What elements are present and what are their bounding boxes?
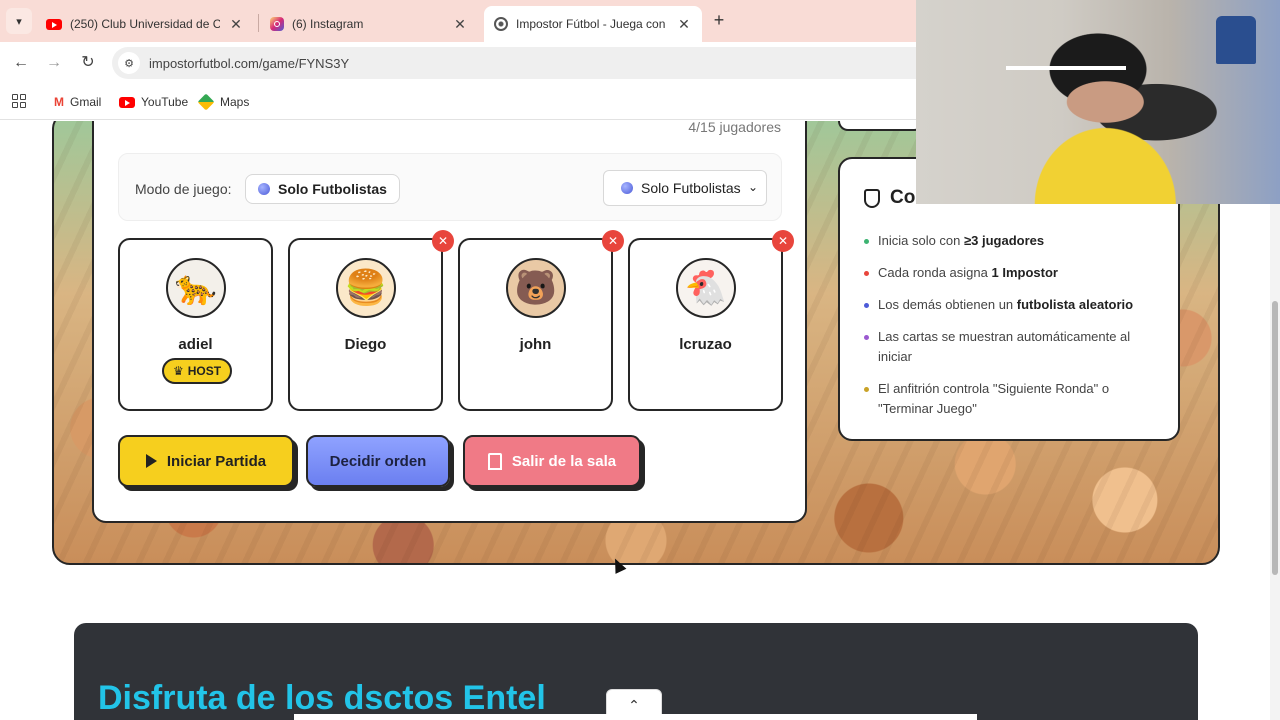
rule-item: Cada ronda asigna 1 Impostor (864, 263, 1164, 283)
game-mode-label: Modo de juego: (135, 181, 232, 197)
webcam-overlay (916, 0, 1280, 204)
apps-grid-icon[interactable] (12, 94, 26, 108)
kick-player-button[interactable]: ✕ (772, 230, 794, 252)
tab-instagram[interactable]: (6) Instagram ✕ (260, 6, 478, 42)
shield-icon (864, 188, 880, 208)
host-badge-label: HOST (187, 364, 222, 378)
reload-icon[interactable]: ↻ (77, 52, 99, 74)
back-icon[interactable]: ← (10, 52, 32, 74)
shelf (1006, 66, 1126, 70)
bullet-dot (864, 387, 869, 392)
rule-text: Los demás obtienen un (878, 297, 1017, 312)
bullet-dot (864, 335, 869, 340)
bookmark-label: Maps (220, 95, 250, 109)
player-name: Diego (344, 336, 387, 353)
close-tab-icon[interactable]: ✕ (228, 16, 244, 33)
globe-icon (258, 183, 270, 195)
rules-title: Co (864, 187, 915, 209)
forward-icon[interactable]: → (43, 52, 65, 74)
game-mode-select-value: Solo Futbolistas (641, 180, 741, 196)
player-card: 🍔 Diego ✕ (288, 230, 454, 411)
game-mode-chip: Solo Futbolistas (245, 174, 400, 204)
start-game-label: Iniciar Partida (166, 452, 267, 470)
rule-highlight: futbolista aleatorio (1016, 297, 1134, 312)
rule-text: Cada ronda asigna (878, 265, 992, 280)
player-count: 4/15 jugadores (688, 121, 781, 135)
leave-room-button[interactable]: Salir de la sala (463, 435, 641, 487)
bookmark-youtube[interactable]: YouTube (119, 92, 188, 112)
tab-search-button[interactable]: ▾ (6, 8, 32, 34)
game-mode-chip-label: Solo Futbolistas (278, 181, 387, 197)
tab-divider (258, 14, 259, 32)
decide-order-button[interactable]: Decidir orden (306, 435, 450, 487)
snow-leopard-avatar: 🐆 (166, 258, 226, 318)
bullet-dot (864, 239, 869, 244)
door-icon (487, 452, 502, 470)
kick-player-button[interactable]: ✕ (602, 230, 624, 252)
jersey-on-wall (1216, 16, 1256, 64)
tab-title: (6) Instagram (292, 17, 364, 31)
youtube-icon (119, 96, 135, 108)
player-card: 🐆 adiel ♛ HOST (118, 238, 273, 411)
globe-icon (621, 182, 633, 194)
start-game-button[interactable]: Iniciar Partida (118, 435, 294, 487)
rule-highlight: ≥3 jugadores (964, 233, 1045, 248)
tab-impostor-futbol[interactable]: Impostor Fútbol - Juega con amigos ✕ (484, 6, 702, 42)
lobby-card: 4/15 jugadores Modo de juego: Solo Futbo… (92, 121, 807, 523)
bookmark-label: Gmail (70, 95, 102, 109)
bookmark-maps[interactable]: Maps (197, 92, 250, 112)
rule-item: El anfitrión controla "Siguiente Ronda" … (864, 379, 1164, 419)
player-card: 🐻 john ✕ (458, 230, 624, 411)
tab-title: (250) Club Universidad de Chile (70, 17, 220, 31)
promo-headline: Disfruta de los dsctos Entel (98, 679, 546, 717)
game-mode-select[interactable]: Solo Futbolistas ⌄ (603, 170, 767, 206)
host-badge: ♛ HOST (162, 358, 233, 384)
rule-text: Las cartas se muestran automáticamente a… (878, 329, 1131, 364)
player-name: adiel (178, 336, 213, 353)
scrollbar-thumb[interactable] (1272, 301, 1278, 575)
url-text: impostorfutbol.com/game/FYNS3Y (149, 55, 350, 71)
rule-highlight: 1 Impostor (991, 265, 1058, 280)
maps-icon (197, 93, 215, 111)
crown-icon: ♛ (173, 364, 184, 378)
bear-avatar: 🐻 (506, 258, 566, 318)
bullet-dot (864, 271, 869, 276)
player-name: lcruzao (679, 336, 732, 353)
close-tab-icon[interactable]: ✕ (452, 16, 468, 33)
rule-text: El anfitrión controla "Siguiente Ronda" … (878, 381, 1110, 416)
site-info-icon[interactable]: ⚙ (118, 52, 140, 74)
soccer-ball-icon (494, 17, 508, 31)
bookmark-gmail[interactable]: M Gmail (54, 92, 101, 112)
tab-title: Impostor Fútbol - Juega con amigos (516, 17, 668, 31)
game-mode-row: Modo de juego: Solo Futbolistas Solo Fut… (118, 153, 782, 221)
decide-order-label: Decidir orden (329, 452, 427, 470)
rule-item: Los demás obtienen un futbolista aleator… (864, 295, 1164, 315)
kick-player-button[interactable]: ✕ (432, 230, 454, 252)
tab-youtube[interactable]: (250) Club Universidad de Chile ✕ (36, 6, 254, 42)
rule-item: Inicia solo con ≥3 jugadores (864, 231, 1164, 251)
chicken-avatar: 🐔 (676, 258, 736, 318)
instagram-icon (270, 17, 284, 31)
gmail-icon: M (54, 95, 64, 109)
youtube-icon (46, 18, 62, 30)
bullet-dot (864, 303, 869, 308)
leave-room-label: Salir de la sala (511, 452, 617, 470)
bookmark-label: YouTube (141, 95, 189, 109)
side-card-edge (838, 121, 924, 131)
burger-avatar: 🍔 (336, 258, 396, 318)
close-tab-icon[interactable]: ✕ (676, 16, 692, 33)
page-viewport: 4/15 jugadores Modo de juego: Solo Futbo… (0, 121, 1280, 720)
player-card: 🐔 lcruzao ✕ (628, 230, 794, 411)
ad-strip (294, 714, 977, 720)
chevron-down-icon: ⌄ (747, 180, 758, 194)
play-icon (145, 454, 157, 468)
new-tab-button[interactable]: + (708, 9, 730, 31)
page-scrollbar[interactable] (1270, 121, 1280, 720)
rule-item: Las cartas se muestran automáticamente a… (864, 327, 1164, 367)
rule-text: Inicia solo con (878, 233, 964, 248)
rules-list: Inicia solo con ≥3 jugadores Cada ronda … (864, 231, 1164, 431)
rules-title-text: Co (890, 187, 916, 208)
player-name: john (519, 336, 552, 353)
address-bar[interactable]: ⚙ impostorfutbol.com/game/FYNS3Y (112, 47, 932, 79)
